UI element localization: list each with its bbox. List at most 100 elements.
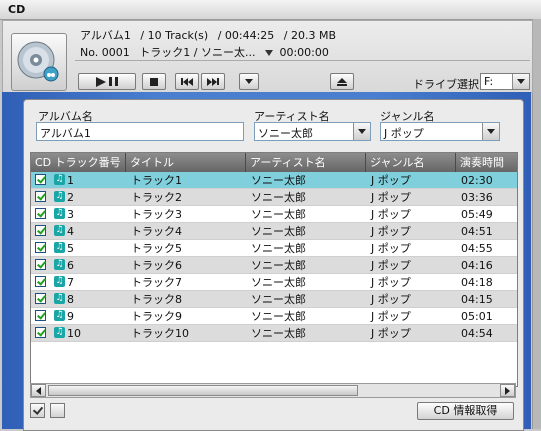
chevron-down-icon — [245, 79, 253, 84]
track-number-cell: 3 — [67, 208, 74, 221]
now-playing-text: トラック1 / ソニー太... — [139, 46, 256, 59]
track-number-cell: 6 — [67, 259, 74, 272]
artist-cell: ソニー太郎 — [251, 293, 306, 306]
menu-dropdown-button[interactable] — [239, 73, 259, 90]
music-note-icon: ♫ — [54, 191, 65, 202]
track-number-cell: 9 — [67, 310, 74, 323]
genre-cell: J ポップ — [371, 242, 411, 255]
chevron-down-icon — [487, 129, 495, 134]
get-cd-info-button[interactable]: CD 情報取得 — [417, 402, 514, 420]
music-note-icon: ♫ — [54, 310, 65, 321]
scroll-left-button[interactable] — [31, 384, 46, 397]
table-row[interactable]: ♫ 2 トラック2 ソニー太郎 J ポップ 03:36 — [31, 189, 517, 206]
eject-icon — [337, 77, 347, 86]
horizontal-scrollbar[interactable] — [30, 383, 516, 398]
duration-cell: 04:15 — [461, 293, 493, 306]
genre-select[interactable]: J ポップ — [380, 122, 500, 141]
table-row[interactable]: ♫ 8 トラック8 ソニー太郎 J ポップ 04:15 — [31, 291, 517, 308]
genre-dropdown-arrow[interactable] — [482, 123, 499, 140]
album-name-text: アルバム1 — [80, 29, 131, 42]
duration-cell: 02:30 — [461, 174, 493, 187]
table-row[interactable]: ♫ 7 トラック7 ソニー太郎 J ポップ 04:18 — [31, 274, 517, 291]
track-checkbox[interactable] — [35, 293, 46, 304]
track-checkbox[interactable] — [35, 208, 46, 219]
scrollbar-thumb[interactable] — [48, 385, 358, 396]
next-button[interactable] — [201, 73, 225, 90]
elapsed-time-text: 00:00:00 — [279, 46, 329, 59]
track-checkbox[interactable] — [35, 259, 46, 270]
title-cell: トラック6 — [131, 259, 182, 272]
track-number-cell: 8 — [67, 293, 74, 306]
column-header-artist[interactable]: アーティスト名 — [246, 153, 366, 172]
duration-cell: 04:55 — [461, 242, 493, 255]
album-info-line: アルバム1 / 10 Track(s) / 00:44:25 / 20.3 MB — [80, 27, 342, 43]
column-header-duration[interactable]: 演奏時間 — [456, 153, 517, 172]
artist-cell: ソニー太郎 — [251, 225, 306, 238]
album-number-text: No. 0001 — [80, 46, 130, 59]
main-area: アルバム名 アルバム1 アーティスト名 ソニー太郎 ジャンル名 J ポップ CD… — [2, 92, 531, 431]
track-checkbox[interactable] — [35, 310, 46, 321]
total-time-text: / 00:44:25 — [217, 29, 275, 42]
genre-cell: J ポップ — [371, 310, 411, 323]
artist-dropdown-arrow[interactable] — [353, 123, 370, 140]
music-note-icon: ♫ — [54, 327, 65, 338]
artist-cell: ソニー太郎 — [251, 327, 306, 340]
column-header-genre[interactable]: ジャンル名 — [366, 153, 456, 172]
table-row[interactable]: ♫ 3 トラック3 ソニー太郎 J ポップ 05:49 — [31, 206, 517, 223]
scroll-right-button[interactable] — [500, 384, 515, 397]
table-row[interactable]: ♫ 9 トラック9 ソニー太郎 J ポップ 05:01 — [31, 308, 517, 325]
artist-cell: ソニー太郎 — [251, 174, 306, 187]
title-cell: トラック2 — [131, 191, 182, 204]
drive-dropdown-arrow[interactable] — [512, 74, 529, 89]
uncheck-all-button[interactable] — [50, 403, 65, 418]
music-note-icon: ♫ — [54, 293, 65, 304]
title-bar: CD — [0, 0, 541, 20]
arrow-right-icon — [505, 386, 510, 395]
duration-cell: 04:16 — [461, 259, 493, 272]
table-row[interactable]: ♫ 1 トラック1 ソニー太郎 J ポップ 02:30 — [31, 172, 517, 189]
title-cell: トラック5 — [131, 242, 182, 255]
track-checkbox[interactable] — [35, 276, 46, 287]
play-pause-button[interactable] — [78, 73, 136, 90]
table-row[interactable]: ♫ 4 トラック4 ソニー太郎 J ポップ 04:51 — [31, 223, 517, 240]
artist-cell: ソニー太郎 — [251, 208, 306, 221]
check-all-button[interactable] — [30, 403, 45, 418]
artist-select[interactable]: ソニー太郎 — [254, 122, 371, 141]
duration-cell: 04:54 — [461, 327, 493, 340]
table-row[interactable]: ♫ 10 トラック10 ソニー太郎 J ポップ 04:54 — [31, 325, 517, 342]
artist-cell: ソニー太郎 — [251, 259, 306, 272]
stop-button[interactable] — [142, 73, 166, 90]
genre-cell: J ポップ — [371, 293, 411, 306]
column-header-title[interactable]: タイトル — [126, 153, 246, 172]
chevron-down-icon — [517, 79, 525, 84]
track-number-cell: 5 — [67, 242, 74, 255]
drive-select[interactable]: F: — [480, 73, 530, 90]
album-panel: アルバム名 アルバム1 アーティスト名 ソニー太郎 ジャンル名 J ポップ CD… — [23, 99, 524, 431]
checkmark-icon — [32, 404, 44, 415]
table-row[interactable]: ♫ 6 トラック6 ソニー太郎 J ポップ 04:16 — [31, 257, 517, 274]
title-cell: トラック8 — [131, 293, 182, 306]
title-cell: トラック3 — [131, 208, 182, 221]
music-note-icon: ♫ — [54, 242, 65, 253]
music-note-icon: ♫ — [54, 174, 65, 185]
eject-button[interactable] — [330, 73, 354, 90]
genre-cell: J ポップ — [371, 174, 411, 187]
next-icon — [207, 77, 219, 86]
column-header-track-number[interactable]: CD トラック番号 — [31, 153, 126, 172]
genre-cell: J ポップ — [371, 276, 411, 289]
previous-icon — [181, 77, 193, 86]
previous-button[interactable] — [175, 73, 199, 90]
track-number-cell: 1 — [67, 174, 74, 187]
album-name-input[interactable]: アルバム1 — [36, 122, 244, 141]
track-checkbox[interactable] — [35, 174, 46, 185]
track-checkbox[interactable] — [35, 225, 46, 236]
music-note-icon: ♫ — [54, 276, 65, 287]
artist-cell: ソニー太郎 — [251, 276, 306, 289]
track-checkbox[interactable] — [35, 242, 46, 253]
artist-cell: ソニー太郎 — [251, 310, 306, 323]
artist-select-value: ソニー太郎 — [258, 127, 313, 140]
track-checkbox[interactable] — [35, 191, 46, 202]
track-checkbox[interactable] — [35, 327, 46, 338]
duration-cell: 05:49 — [461, 208, 493, 221]
table-row[interactable]: ♫ 5 トラック5 ソニー太郎 J ポップ 04:55 — [31, 240, 517, 257]
